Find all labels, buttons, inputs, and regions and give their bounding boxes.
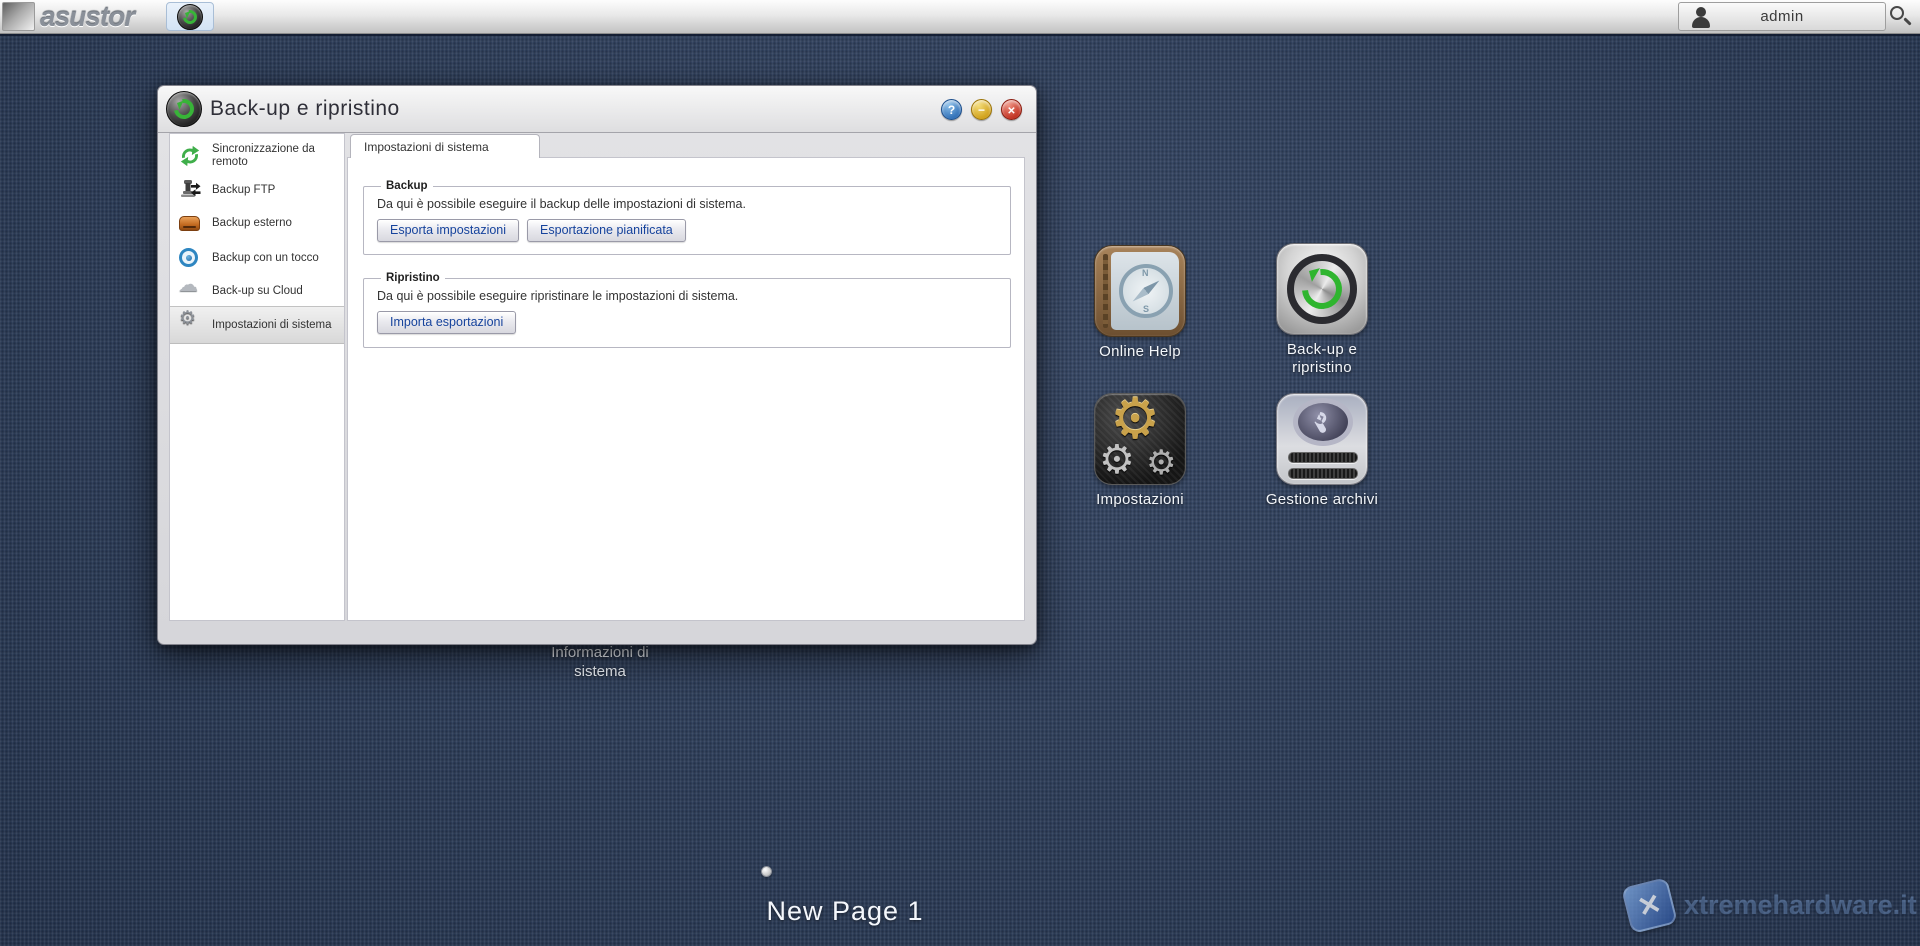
cloud-icon [178, 281, 202, 303]
restore-section: Ripristino Da qui è possibile eseguire r… [363, 272, 1011, 348]
restore-section-legend: Ripristino [381, 272, 445, 284]
backup-restore-icon [166, 91, 202, 127]
external-drive-icon [178, 213, 202, 235]
desktop-icon-label: Back-up e ripristino [1262, 341, 1382, 377]
desktop-icon-impostazioni[interactable]: Impostazioni [1080, 393, 1200, 509]
backup-section-legend: Backup [381, 180, 433, 192]
desktop-icon-online-help[interactable]: Online Help [1080, 245, 1200, 361]
search-button[interactable] [1888, 4, 1914, 30]
window-sidebar: Sincronizzazione da remoto Backup FTP [169, 133, 345, 621]
backup-restore-icon [177, 4, 203, 30]
user-name-label: admin [1760, 8, 1803, 25]
sync-arrows-icon [178, 145, 202, 167]
top-bar: asustor admin [0, 0, 1920, 34]
page-indicator-dot[interactable] [761, 866, 772, 877]
backup-restore-window: Back-up e ripristino Sincronizzazion [157, 85, 1037, 645]
asustor-logo: asustor [40, 0, 134, 34]
desktop-icon-label: Gestione archivi [1262, 491, 1382, 509]
taskbar-app-button[interactable] [166, 2, 214, 31]
storage-manager-icon [1276, 393, 1368, 485]
desktop-icon-label: Online Help [1080, 343, 1200, 361]
minimize-button[interactable] [971, 99, 992, 120]
main-panel: Backup Da qui è possibile eseguire il ba… [347, 157, 1025, 621]
sidebar-item-backup-esterno[interactable]: Backup esterno [170, 206, 344, 241]
sidebar-item-sincronizzazione-da-remoto[interactable]: Sincronizzazione da remoto [170, 137, 344, 174]
person-icon [1691, 7, 1711, 28]
desktop: asustor admin Back-up e ripristino [0, 0, 1920, 946]
backup-section-description: Da qui è possibile eseguire il backup de… [377, 197, 997, 211]
desktop-icon-backup-ripristino[interactable]: Back-up e ripristino [1262, 243, 1382, 377]
sidebar-item-backup-con-un-tocco[interactable]: Backup con un tocco [170, 241, 344, 275]
backup-restore-icon [1276, 243, 1368, 335]
backup-section: Backup Da qui è possibile eseguire il ba… [363, 180, 1011, 255]
one-touch-icon [178, 247, 202, 269]
watermark: xtremehardware.it [1618, 876, 1908, 942]
user-menu-button[interactable]: admin [1678, 2, 1886, 31]
esportazione-pianificata-button[interactable]: Esportazione pianificata [527, 219, 686, 242]
wrench-icon [1308, 407, 1338, 437]
importa-esportazioni-button[interactable]: Importa esportazioni [377, 311, 516, 334]
desktop-icon-label: Impostazioni [1080, 491, 1200, 509]
corner-logo-button[interactable] [2, 2, 35, 31]
window-title-bar[interactable]: Back-up e ripristino [158, 86, 1036, 133]
sidebar-item-impostazioni-di-sistema[interactable]: Impostazioni di sistema [170, 306, 344, 344]
sidebar-item-backup-ftp[interactable]: Backup FTP [170, 174, 344, 206]
desktop-icon-informazioni-di-sistema[interactable]: Informazioni di sistema [535, 643, 665, 681]
help-button[interactable] [941, 99, 962, 120]
ftp-server-icon [178, 179, 202, 201]
watermark-text: xtremehardware.it [1684, 890, 1917, 921]
desktop-icon-gestione-archivi[interactable]: Gestione archivi [1262, 393, 1382, 509]
window-controls [941, 99, 1022, 120]
close-button[interactable] [1001, 99, 1022, 120]
esporta-impostazioni-button[interactable]: Esporta impostazioni [377, 219, 519, 242]
gear-icon [178, 314, 202, 336]
sidebar-item-backup-su-cloud[interactable]: Back-up su Cloud [170, 275, 344, 308]
online-help-icon [1094, 245, 1186, 337]
search-icon [1890, 6, 1904, 20]
settings-gears-icon [1094, 393, 1186, 485]
xtremehardware-logo-icon [1621, 877, 1678, 934]
tab-impostazioni-di-sistema[interactable]: Impostazioni di sistema [350, 134, 540, 158]
desktop-page-label: New Page 1 [690, 896, 1000, 927]
window-title: Back-up e ripristino [210, 86, 400, 131]
restore-section-description: Da qui è possibile eseguire ripristinare… [377, 289, 997, 303]
